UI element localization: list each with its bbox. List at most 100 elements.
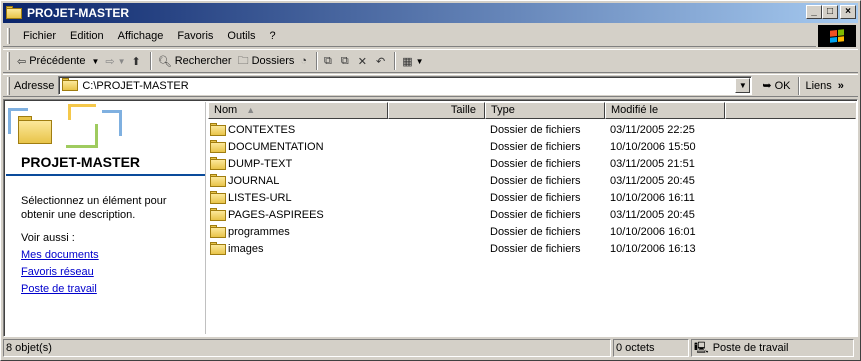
info-panel: PROJET-MASTER Sélectionnez un élément po…: [6, 102, 206, 334]
move-to-icon: ⧉: [324, 54, 332, 67]
forward-arrow-icon: ⇨: [105, 55, 115, 68]
panel-description: Sélectionnez un élément pour obtenir une…: [21, 195, 167, 221]
undo-icon: ↶: [375, 55, 386, 68]
menu-affichage[interactable]: Affichage: [111, 30, 171, 42]
status-size: 0 octets: [613, 339, 689, 357]
menu-favoris[interactable]: Favoris: [170, 30, 220, 42]
move-to-button[interactable]: ⧉: [321, 51, 338, 71]
table-row[interactable]: DOCUMENTATION Dossier de fichiers 10/10/…: [208, 138, 856, 155]
dropdown-icon[interactable]: ▼: [91, 57, 99, 66]
delete-button[interactable]: ✕: [355, 51, 373, 71]
folder-icon: [210, 225, 226, 238]
status-bar: 8 objet(s) 0 octets 🖳 Poste de travail: [3, 339, 858, 359]
column-header-type[interactable]: Type: [485, 102, 605, 119]
file-modified: 03/11/2005 22:25: [610, 123, 695, 136]
file-name: CONTEXTES: [228, 123, 296, 136]
decoration: [102, 110, 122, 136]
link-poste-de-travail[interactable]: Poste de travail: [21, 283, 97, 295]
file-type: Dossier de fichiers: [490, 225, 581, 238]
file-name: LISTES-URL: [228, 191, 292, 204]
file-modified: 10/10/2006 16:13: [610, 242, 696, 255]
close-button[interactable]: ×: [840, 5, 856, 19]
go-button[interactable]: ➥ OK: [762, 79, 791, 93]
links-button[interactable]: Liens »: [805, 80, 843, 92]
table-row[interactable]: CONTEXTES Dossier de fichiers 03/11/2005…: [208, 121, 856, 138]
separator: [798, 76, 801, 95]
back-button[interactable]: ⇦ Précédente ▼: [14, 51, 102, 71]
toolbar-grip[interactable]: [7, 52, 10, 70]
folder-icon: [210, 140, 226, 153]
separator: [316, 52, 319, 70]
undo-button[interactable]: ↶: [373, 51, 391, 71]
file-modified: 10/10/2006 16:01: [610, 225, 696, 238]
file-modified: 10/10/2006 16:11: [610, 191, 695, 204]
address-value: C:\PROJET-MASTER: [82, 79, 189, 92]
file-name: DOCUMENTATION: [228, 140, 324, 153]
search-label: Rechercher: [174, 55, 232, 67]
go-label: OK: [774, 79, 791, 92]
views-button[interactable]: ▦ ▼: [399, 51, 426, 71]
address-input[interactable]: C:\PROJET-MASTER ▼: [58, 76, 753, 95]
status-count: 8 objet(s): [3, 339, 611, 357]
menu-bar: Fichier Edition Affichage Favoris Outils…: [3, 25, 816, 47]
panel-title: PROJET-MASTER: [21, 154, 141, 170]
link-favoris-reseau[interactable]: Favoris réseau: [21, 266, 94, 278]
menu-outils[interactable]: Outils: [220, 30, 262, 42]
dropdown-icon[interactable]: ▼: [118, 57, 126, 66]
file-modified: 03/11/2005 21:51: [610, 157, 695, 170]
separator: [394, 52, 397, 70]
folder-icon: [210, 157, 226, 170]
table-row[interactable]: PAGES-ASPIREES Dossier de fichiers 03/11…: [208, 206, 856, 223]
title-bar[interactable]: PROJET-MASTER _ □ ×: [3, 3, 858, 23]
minimize-button[interactable]: _: [806, 5, 822, 19]
toolbar-grip[interactable]: [7, 76, 10, 95]
see-also-label: Voir aussi :: [21, 232, 75, 244]
folder-icon: [62, 77, 79, 94]
toolbar-grip[interactable]: [7, 27, 10, 44]
folders-button[interactable]: 🗀 Dossiers: [235, 51, 298, 71]
links-label: Liens: [805, 79, 832, 92]
file-name: images: [228, 242, 264, 255]
maximize-button[interactable]: □: [822, 5, 838, 19]
file-name: PAGES-ASPIREES: [228, 208, 324, 221]
chevron-icon[interactable]: »: [838, 80, 844, 92]
folder-icon: [210, 174, 226, 187]
table-row[interactable]: programmes Dossier de fichiers 10/10/200…: [208, 223, 856, 240]
windows-logo-icon: [818, 25, 856, 47]
computer-icon: 🖳: [694, 342, 709, 354]
search-button[interactable]: 🔍︎ Rechercher: [155, 51, 235, 71]
copy-to-icon: ⧉: [340, 54, 349, 67]
table-row[interactable]: images Dossier de fichiers 10/10/2006 16…: [208, 240, 856, 257]
file-type: Dossier de fichiers: [490, 191, 581, 204]
table-row[interactable]: LISTES-URL Dossier de fichiers 10/10/200…: [208, 189, 856, 206]
dropdown-icon[interactable]: ▼: [416, 57, 424, 66]
up-folder-button[interactable]: ⬆: [129, 51, 147, 71]
history-button[interactable]: ◔: [297, 51, 313, 71]
column-header-modified[interactable]: Modifié le: [605, 102, 725, 119]
delete-icon: ✕: [357, 55, 367, 68]
table-row[interactable]: JOURNAL Dossier de fichiers 03/11/2005 2…: [208, 172, 856, 189]
file-type: Dossier de fichiers: [490, 157, 581, 170]
file-type: Dossier de fichiers: [490, 242, 581, 255]
column-header-size[interactable]: Taille: [388, 102, 485, 119]
forward-button[interactable]: ⇨ ▼: [102, 51, 128, 71]
separator: [149, 52, 152, 70]
menu-fichier[interactable]: Fichier: [16, 30, 63, 42]
menu-help[interactable]: ?: [263, 30, 283, 42]
up-folder-icon: ⬆: [131, 55, 141, 68]
sort-up-icon: ▲: [246, 105, 256, 115]
folders-label: Dossiers: [251, 55, 295, 67]
address-dropdown-icon[interactable]: ▼: [735, 78, 751, 93]
explorer-window: PROJET-MASTER _ □ × Fichier Edition Affi…: [0, 0, 861, 361]
column-header-empty: [725, 102, 856, 119]
column-header-name[interactable]: Nom ▲: [208, 102, 388, 119]
column-name-label: Nom: [214, 104, 238, 116]
column-headers: Nom ▲ Taille Type Modifié le: [208, 102, 856, 119]
table-row[interactable]: DUMP-TEXT Dossier de fichiers 03/11/2005…: [208, 155, 856, 172]
folder-icon: [210, 123, 226, 136]
menu-edition[interactable]: Edition: [63, 30, 111, 42]
back-arrow-icon: ⇦: [17, 55, 27, 68]
link-mes-documents[interactable]: Mes documents: [21, 249, 99, 261]
file-name: JOURNAL: [228, 174, 280, 187]
copy-to-button[interactable]: ⧉: [338, 51, 355, 71]
